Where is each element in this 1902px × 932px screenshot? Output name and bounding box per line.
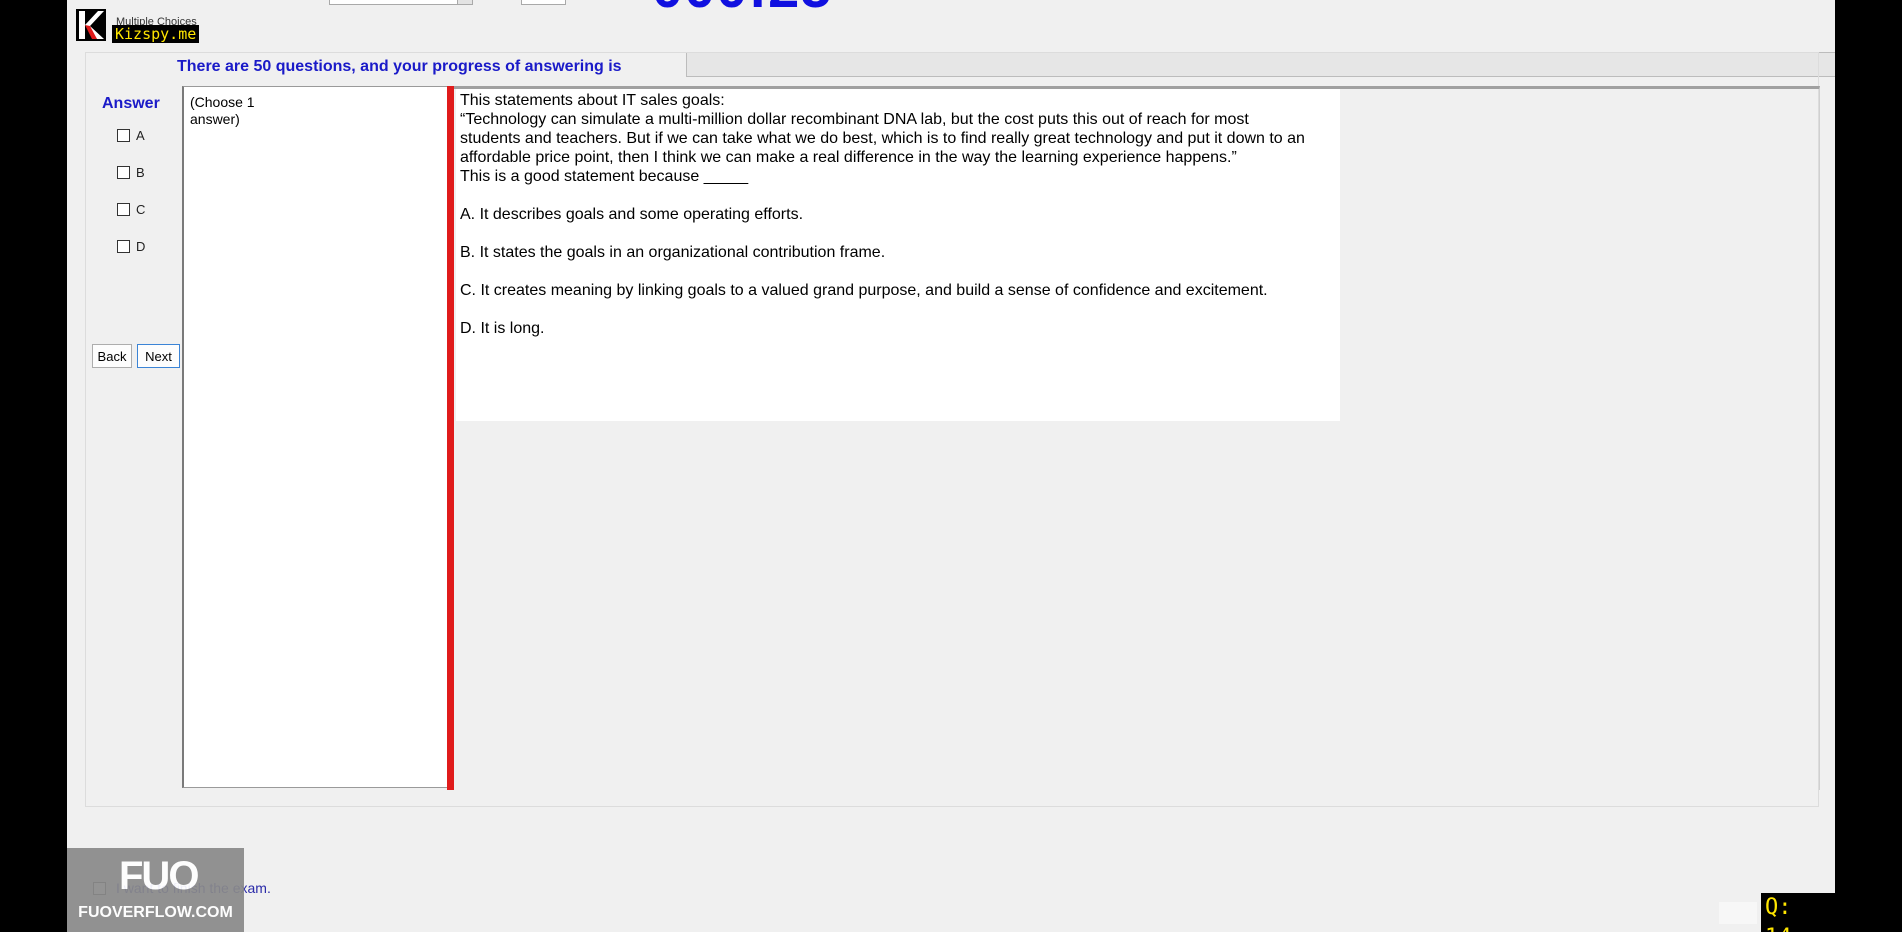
answer-option-label: A [136, 127, 145, 143]
choose-hint: (Choose 1 answer) [190, 94, 255, 127]
combo-arrow-icon[interactable] [457, 0, 472, 4]
answer-option-c[interactable]: C [117, 200, 145, 218]
choice-a: A. It describes goals and some operating… [460, 206, 804, 223]
countdown-timer: 000:25 [652, 0, 832, 16]
answer-option-label: D [136, 238, 146, 254]
status-field [1719, 902, 1757, 924]
question-box: This statements about IT sales goals: “T… [456, 89, 1340, 421]
choose-panel: (Choose 1 answer) [182, 86, 450, 788]
fuo-site: FUOVERFLOW.COM [78, 904, 233, 921]
choice-c: C. It creates meaning by linking goals t… [460, 282, 1268, 299]
answer-checkbox[interactable] [117, 128, 130, 142]
panel-divider[interactable] [447, 86, 454, 790]
question-counter: Q: 14 [1761, 893, 1835, 932]
watermark-site: Kizspy.me [112, 25, 200, 43]
top-small-field[interactable] [521, 0, 566, 5]
answer-option-label: C [136, 201, 146, 217]
exam-window: 000:25 Multiple Choices Kizspy.me There … [67, 0, 1835, 932]
kizspy-watermark: Multiple Choices Kizspy.me [76, 9, 206, 45]
top-combo-box[interactable] [329, 0, 473, 5]
choice-d: D. It is long. [460, 320, 545, 337]
fuo-logo: FUO [119, 854, 199, 898]
k-logo-icon [76, 9, 106, 41]
question-quote: “Technology can simulate a multi-million… [460, 111, 1305, 166]
answer-option-d[interactable]: D [117, 237, 145, 255]
answer-checkbox[interactable] [117, 202, 130, 216]
answer-option-label: B [136, 164, 145, 180]
choice-b: B. It states the goals in an organizatio… [460, 244, 886, 261]
answer-option-b[interactable]: B [117, 163, 145, 181]
answer-checkbox[interactable] [117, 239, 130, 253]
back-button[interactable]: Back [92, 344, 132, 368]
answer-title: Answer [102, 95, 160, 112]
answer-checkbox[interactable] [117, 165, 130, 179]
fuoverflow-watermark: FUO FUOVERFLOW.COM [67, 848, 244, 932]
answer-option-a[interactable]: A [117, 126, 145, 144]
question-text: This statements about IT sales goals: “T… [460, 91, 1310, 338]
next-button[interactable]: Next [137, 344, 180, 368]
question-intro: This statements about IT sales goals: [460, 92, 725, 109]
question-prompt: This is a good statement because _____ [460, 168, 749, 185]
